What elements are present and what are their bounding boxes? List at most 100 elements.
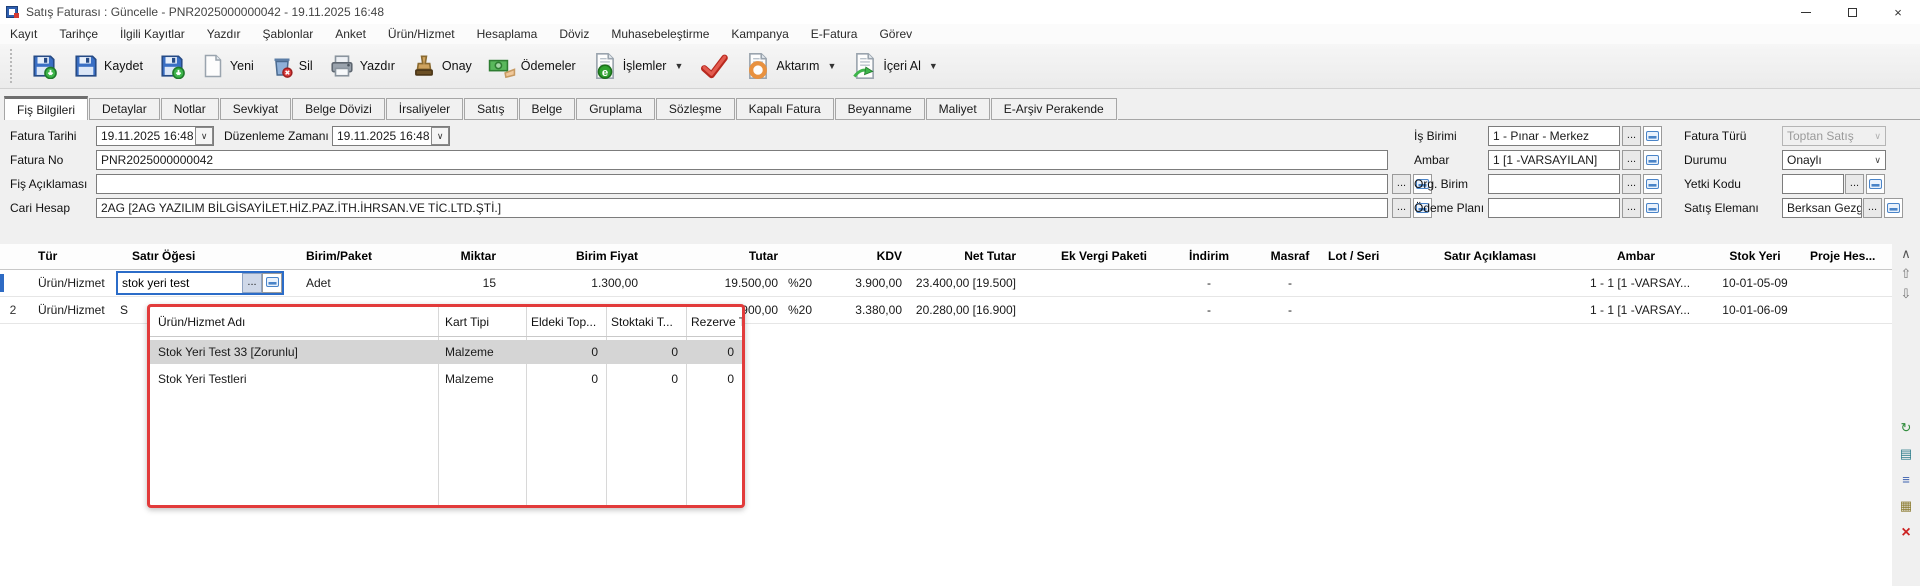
scroll-top-icon[interactable]: ∧ bbox=[1892, 246, 1920, 266]
satir-ogesi-edit-input[interactable] bbox=[118, 273, 242, 293]
popup-row-2-name[interactable]: Stok Yeri Testleri bbox=[150, 372, 438, 386]
menu-kayit[interactable]: Kayıt bbox=[10, 27, 37, 41]
ambar-detail-icon[interactable] bbox=[1643, 150, 1662, 170]
grid-header-proje[interactable]: Proje Hes... bbox=[1808, 244, 1892, 269]
grid-header-masraf[interactable]: Masraf bbox=[1254, 244, 1326, 269]
tab-kapali-fatura[interactable]: Kapalı Fatura bbox=[736, 98, 834, 120]
row-1-stok-yeri[interactable]: 10-01-05-09 bbox=[1702, 269, 1808, 296]
tab-gruplama[interactable]: Gruplama bbox=[576, 98, 655, 120]
delete-button[interactable]: Sil bbox=[262, 49, 321, 83]
column-settings-icon[interactable]: ≡ bbox=[1892, 472, 1920, 492]
odeme-plani-browse-button[interactable]: ... bbox=[1622, 198, 1641, 218]
print-button[interactable]: Yazdır bbox=[321, 49, 403, 83]
satir-ogesi-browse-button[interactable]: ... bbox=[242, 273, 262, 293]
yetki-kodu-browse-button[interactable]: ... bbox=[1845, 174, 1864, 194]
popup-header-urun-hizmet-adi[interactable]: Ürün/Hizmet Adı bbox=[150, 315, 438, 329]
grid-header-ambar[interactable]: Ambar bbox=[1570, 244, 1702, 269]
row-2-ek-vergi[interactable] bbox=[1044, 296, 1164, 323]
transfer-button[interactable]: Aktarım ▼ bbox=[737, 48, 844, 84]
row-1-birim[interactable]: Adet bbox=[290, 269, 424, 296]
row-1-lot-seri[interactable] bbox=[1326, 269, 1410, 296]
close-icon[interactable]: × bbox=[1890, 4, 1906, 20]
tab-notlar[interactable]: Notlar bbox=[161, 98, 219, 120]
row-2-tur[interactable]: Ürün/Hizmet bbox=[26, 296, 114, 323]
delete-line-icon[interactable]: × bbox=[1892, 524, 1920, 544]
row-1-ambar[interactable]: 1 - 1 [1 -VARSAY... bbox=[1570, 269, 1702, 296]
row-1-indirim[interactable]: - bbox=[1164, 269, 1254, 296]
grid-header-birim-paket[interactable]: Birim/Paket bbox=[290, 244, 424, 269]
save-close-button[interactable] bbox=[23, 49, 65, 83]
transfer-caret-icon[interactable]: ▼ bbox=[827, 61, 836, 71]
menu-kampanya[interactable]: Kampanya bbox=[731, 27, 788, 41]
menu-hesaplama[interactable]: Hesaplama bbox=[477, 27, 538, 41]
import-caret-icon[interactable]: ▼ bbox=[929, 61, 938, 71]
menu-gorev[interactable]: Görev bbox=[879, 27, 912, 41]
grid-header-miktar[interactable]: Miktar bbox=[424, 244, 504, 269]
row-2-indirim[interactable]: - bbox=[1164, 296, 1254, 323]
row-1-ek-vergi[interactable] bbox=[1044, 269, 1164, 296]
popup-row-1-name[interactable]: Stok Yeri Test 33 [Zorunlu] bbox=[150, 345, 438, 359]
row-2-kdv[interactable]: 3.380,00 bbox=[822, 296, 910, 323]
tab-belge[interactable]: Belge bbox=[519, 98, 576, 120]
move-line-down-icon[interactable]: ⇩ bbox=[1892, 286, 1920, 306]
popup-header-stoktaki[interactable]: Stoktaki T... bbox=[606, 315, 686, 329]
row-1-kdv[interactable]: 3.900,00 bbox=[822, 269, 910, 296]
menu-e-fatura[interactable]: E-Fatura bbox=[811, 27, 858, 41]
tab-sozlesme[interactable]: Sözleşme bbox=[656, 98, 735, 120]
cari-hesap-input[interactable]: 2AG [2AG YAZILIM BİLGİSAYİLET.HİZ.PAZ.İT… bbox=[96, 198, 1388, 218]
popup-header-kart-tipi[interactable]: Kart Tipi bbox=[438, 315, 526, 329]
row-2-kdv-oran[interactable]: %20 bbox=[786, 296, 822, 323]
satir-ogesi-edit-cell[interactable]: ... bbox=[116, 271, 284, 295]
popup-header-eldeki[interactable]: Eldeki Top... bbox=[526, 315, 606, 329]
grid-header-birim-fiyat[interactable]: Birim Fiyat bbox=[504, 244, 646, 269]
popup-row-2-kart-tipi[interactable]: Malzeme bbox=[438, 372, 526, 386]
popup-row-1-rezerve[interactable]: 0 bbox=[686, 345, 742, 359]
operations-caret-icon[interactable]: ▼ bbox=[674, 61, 683, 71]
grid-header-tur[interactable]: Tür bbox=[26, 244, 114, 269]
grid-header-indirim[interactable]: İndirim bbox=[1164, 244, 1254, 269]
row-2-proje[interactable] bbox=[1808, 296, 1892, 323]
popup-row-2-stoktaki[interactable]: 0 bbox=[606, 372, 686, 386]
row-1-satir-ogesi-cell[interactable]: ... bbox=[114, 269, 290, 296]
row-1-kdv-oran[interactable]: %20 bbox=[786, 269, 822, 296]
fatura-tarihi-input[interactable]: 19.11.2025 16:48 ∨ bbox=[96, 126, 214, 146]
detail-lines-icon[interactable]: ▤ bbox=[1892, 446, 1920, 466]
popup-row-2[interactable]: Stok Yeri Testleri Malzeme 0 0 0 bbox=[150, 367, 742, 391]
ambar-input[interactable]: 1 [1 -VARSAYILAN] bbox=[1488, 150, 1620, 170]
duzenleme-zamani-dropdown-icon[interactable]: ∨ bbox=[431, 127, 449, 145]
fis-aciklamasi-input[interactable] bbox=[96, 174, 1388, 194]
row-1-birim-fiyat[interactable]: 1.300,00 bbox=[504, 269, 646, 296]
tab-belge-dovizi[interactable]: Belge Dövizi bbox=[292, 98, 385, 120]
is-birimi-browse-button[interactable]: ... bbox=[1622, 126, 1641, 146]
durumu-chevron-icon[interactable]: ∨ bbox=[1874, 151, 1881, 169]
odeme-plani-detail-icon[interactable] bbox=[1643, 198, 1662, 218]
yetki-kodu-input[interactable] bbox=[1782, 174, 1844, 194]
move-line-up-icon[interactable]: ⇧ bbox=[1892, 266, 1920, 286]
tab-detaylar[interactable]: Detaylar bbox=[89, 98, 160, 120]
cari-hesap-browse-button[interactable]: ... bbox=[1392, 198, 1411, 218]
menu-sablonlar[interactable]: Şablonlar bbox=[263, 27, 314, 41]
grid-header-satir-aciklamasi[interactable]: Satır Açıklaması bbox=[1410, 244, 1570, 269]
satis-elemani-browse-button[interactable]: ... bbox=[1863, 198, 1882, 218]
import-button[interactable]: İçeri Al ▼ bbox=[844, 48, 945, 84]
menu-anket[interactable]: Anket bbox=[335, 27, 366, 41]
is-birimi-detail-icon[interactable] bbox=[1643, 126, 1662, 146]
menu-yazdir[interactable]: Yazdır bbox=[207, 27, 241, 41]
popup-row-2-rezerve[interactable]: 0 bbox=[686, 372, 742, 386]
popup-row-1-stoktaki[interactable]: 0 bbox=[606, 345, 686, 359]
new-button[interactable]: Yeni bbox=[193, 49, 262, 83]
grid-header-kdv[interactable]: KDV bbox=[822, 244, 910, 269]
row-1-satir-aciklamasi[interactable] bbox=[1410, 269, 1570, 296]
popup-row-2-eldeki[interactable]: 0 bbox=[526, 372, 606, 386]
row-1-tur[interactable]: Ürün/Hizmet bbox=[26, 269, 114, 296]
grid-header-ek-vergi[interactable]: Ek Vergi Paketi bbox=[1044, 244, 1164, 269]
row-1-masraf[interactable]: - bbox=[1254, 269, 1326, 296]
popup-row-1-eldeki[interactable]: 0 bbox=[526, 345, 606, 359]
menu-tarihce[interactable]: Tarihçe bbox=[59, 27, 98, 41]
menu-doviz[interactable]: Döviz bbox=[559, 27, 589, 41]
minimize-icon[interactable] bbox=[1798, 4, 1814, 20]
org-birim-detail-icon[interactable] bbox=[1643, 174, 1662, 194]
save-new-button[interactable] bbox=[151, 49, 193, 83]
durumu-select[interactable]: Onaylı ∨ bbox=[1782, 150, 1886, 170]
refresh-icon[interactable]: ↻ bbox=[1892, 420, 1920, 440]
